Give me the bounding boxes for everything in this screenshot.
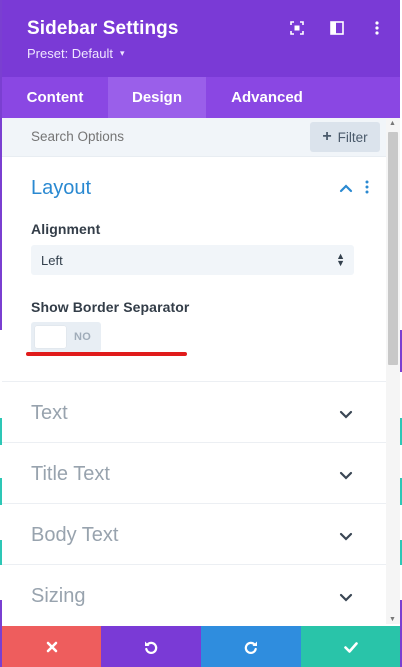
save-button[interactable] — [301, 626, 400, 667]
scroll-up-icon[interactable]: ▲ — [389, 120, 396, 127]
text-section[interactable]: Text — [2, 382, 386, 443]
preset-selector[interactable]: Preset: Default ▾ — [27, 46, 125, 61]
alignment-value: Left — [41, 252, 63, 268]
more-vertical-icon[interactable] — [364, 180, 370, 199]
options-panel: Layout Alignment Left ▲ ▼ Show Border Sep… — [2, 158, 386, 624]
search-bar: + Filter — [2, 118, 400, 157]
tab-advanced[interactable]: Advanced — [206, 77, 328, 118]
check-icon — [343, 641, 358, 653]
focus-icon[interactable] — [288, 19, 306, 37]
sizing-section[interactable]: Sizing — [2, 565, 386, 624]
body-text-section[interactable]: Body Text — [2, 504, 386, 565]
filter-button[interactable]: + Filter — [310, 122, 380, 152]
alignment-select[interactable]: Left ▲ ▼ — [31, 245, 354, 275]
search-input[interactable] — [31, 129, 231, 144]
cancel-button[interactable] — [2, 626, 101, 667]
preset-label: Preset: Default — [27, 46, 113, 61]
settings-modal: Sidebar Settings Preset: Default ▾ Conte… — [2, 0, 400, 667]
tab-content[interactable]: Content — [2, 77, 108, 118]
filter-label: Filter — [337, 129, 368, 145]
redo-icon — [244, 641, 257, 654]
action-bar — [2, 626, 400, 667]
scroll-thumb[interactable] — [388, 132, 398, 365]
header-actions — [288, 19, 386, 37]
split-view-icon[interactable] — [328, 19, 346, 37]
chevron-down-icon[interactable] — [339, 529, 353, 547]
plus-icon: + — [322, 128, 332, 145]
chevron-down-icon[interactable] — [339, 407, 353, 425]
border-separator-toggle[interactable]: NO — [31, 322, 101, 352]
undo-icon — [145, 641, 158, 654]
annotation-underline — [26, 352, 187, 356]
section-title-text: Text — [31, 402, 68, 424]
select-arrows-icon: ▲ ▼ — [336, 251, 345, 268]
toggle-knob — [35, 326, 66, 348]
layout-section: Layout Alignment Left ▲ ▼ Show Border Sep… — [2, 158, 386, 382]
close-icon — [46, 641, 57, 652]
tab-bar: Content Design Advanced — [2, 77, 400, 118]
chevron-up-icon[interactable] — [339, 180, 353, 198]
title-text-section[interactable]: Title Text — [2, 443, 386, 504]
scrollbar[interactable]: ▲ ▼ — [386, 118, 400, 624]
caret-down-icon: ▾ — [120, 48, 125, 58]
scroll-down-icon[interactable]: ▼ — [389, 616, 396, 623]
more-vertical-icon[interactable] — [368, 19, 386, 37]
redo-button[interactable] — [201, 626, 301, 667]
border-separator-label: Show Border Separator — [31, 299, 190, 315]
tab-design[interactable]: Design — [108, 77, 206, 118]
modal-title: Sidebar Settings — [27, 18, 179, 39]
chevron-down-icon[interactable] — [339, 590, 353, 608]
section-title-title-text: Title Text — [31, 463, 110, 485]
alignment-label: Alignment — [31, 221, 101, 237]
undo-button[interactable] — [101, 626, 201, 667]
section-title-sizing: Sizing — [31, 585, 86, 607]
section-title-layout[interactable]: Layout — [31, 177, 91, 200]
modal-header: Sidebar Settings Preset: Default ▾ — [2, 0, 400, 77]
chevron-down-icon[interactable] — [339, 468, 353, 486]
section-title-body-text: Body Text — [31, 524, 119, 546]
toggle-state: NO — [74, 331, 92, 343]
